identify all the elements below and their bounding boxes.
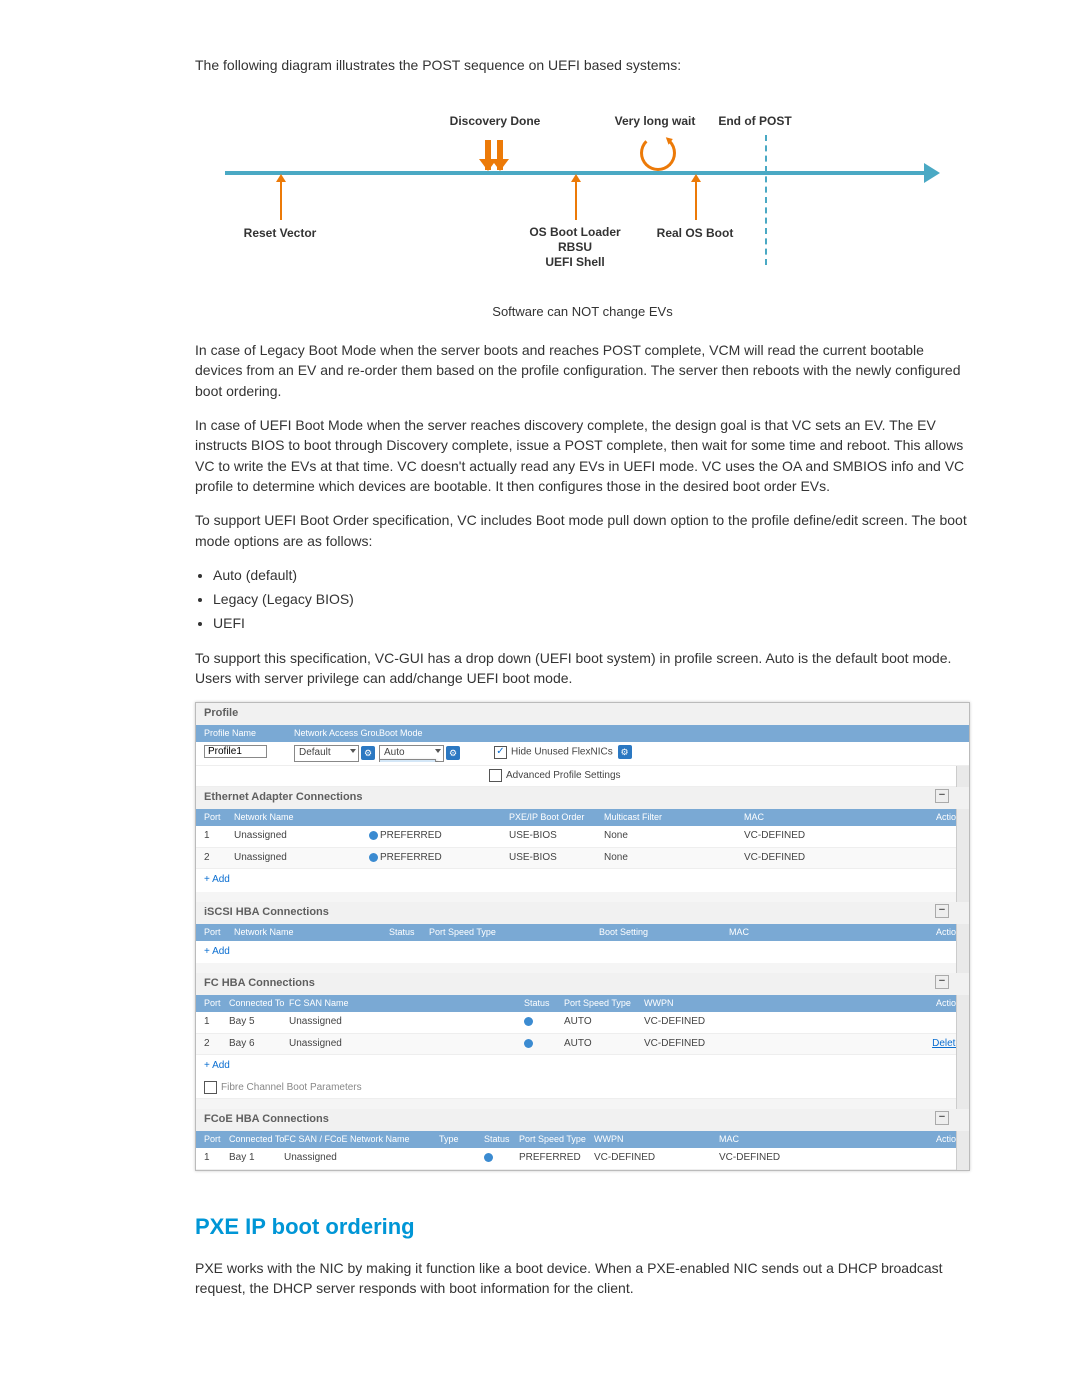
ethernet-section-title: Ethernet Adapter Connections− <box>196 787 969 809</box>
advanced-settings-label: Advanced Profile Settings <box>506 770 621 781</box>
nag-select[interactable]: Default <box>294 745 359 762</box>
hdr-network-name: Network Name <box>234 926 389 939</box>
status-icon <box>369 831 378 840</box>
hdr-boot-mode: Boot Mode <box>379 727 469 740</box>
collapse-icon[interactable]: − <box>935 1111 949 1125</box>
heading-pxe: PXE IP boot ordering <box>195 1211 970 1243</box>
hdr-action: Action <box>829 926 961 939</box>
hdr-port: Port <box>204 1133 229 1146</box>
hdr-speed: Port Speed Type <box>519 1133 594 1146</box>
hdr-speed: Port Speed Type <box>429 926 599 939</box>
hdr-connected-to: Connected To <box>229 1133 284 1146</box>
list-item: UEFI <box>213 613 970 633</box>
hdr-pxe: PXE/IP Boot Order <box>509 811 604 824</box>
timeline-arrowhead-icon <box>924 163 940 183</box>
scrollbar[interactable] <box>956 703 969 1170</box>
delete-link[interactable]: Delete <box>814 1037 961 1052</box>
label-very-long-wait: Very long wait <box>615 113 696 130</box>
hdr-status: Status <box>524 997 564 1010</box>
fibre-params-checkbox[interactable] <box>204 1081 217 1094</box>
table-row: 1 Bay 1 Unassigned PREFERRED VC-DEFINED … <box>196 1148 969 1170</box>
status-icon <box>369 853 378 862</box>
hdr-port: Port <box>204 926 234 939</box>
gear-icon[interactable]: ⚙ <box>618 745 632 759</box>
paragraph-pxe: PXE works with the NIC by making it func… <box>195 1258 970 1299</box>
diagram-caption: Software can NOT change EVs <box>195 303 970 322</box>
table-row: 1 Unassigned PREFERRED USE-BIOS None VC-… <box>196 826 969 848</box>
hdr-type: Type <box>439 1133 484 1146</box>
hdr-port: Port <box>204 997 229 1010</box>
profile-section-title: Profile <box>196 703 969 725</box>
collapse-icon[interactable]: − <box>935 789 949 803</box>
hdr-boot: Boot Setting <box>599 926 729 939</box>
arrow-up-icon <box>575 180 577 220</box>
boot-mode-list: Auto (default) Legacy (Legacy BIOS) UEFI <box>213 565 970 634</box>
boot-mode-dropdown[interactable]: Auto UEFI Legacy <box>379 759 436 762</box>
list-item: Auto (default) <box>213 565 970 585</box>
hdr-mac: MAC <box>744 811 844 824</box>
fibre-params-label: Fibre Channel Boot Parameters <box>221 1081 362 1096</box>
paragraph-legacy: In case of Legacy Boot Mode when the ser… <box>195 340 970 401</box>
hdr-action: Action <box>809 1133 961 1146</box>
hide-unused-checkbox[interactable]: ✓ <box>494 746 507 759</box>
status-icon <box>524 1039 533 1048</box>
hdr-multicast: Multicast Filter <box>604 811 744 824</box>
gear-icon[interactable]: ⚙ <box>361 746 375 760</box>
hdr-mac: MAC <box>729 926 829 939</box>
advanced-settings-checkbox[interactable] <box>489 769 502 782</box>
arrow-up-icon <box>280 180 282 220</box>
label-end-of-post: End of POST <box>718 113 791 130</box>
add-iscsi-link[interactable]: + Add <box>196 941 969 964</box>
list-item: Legacy (Legacy BIOS) <box>213 589 970 609</box>
hdr-status: Status <box>484 1133 519 1146</box>
label-reset-vector: Reset Vector <box>244 225 317 242</box>
status-icon <box>484 1153 493 1162</box>
hdr-status: Status <box>389 926 429 939</box>
table-row: 1 Bay 5 Unassigned AUTO VC-DEFINED <box>196 1012 969 1034</box>
hdr-action: Action <box>814 997 961 1010</box>
hdr-nag: Network Access Group <box>294 727 379 740</box>
arrow-up-icon <box>695 180 697 220</box>
collapse-icon[interactable]: − <box>935 975 949 989</box>
profile-name-input[interactable] <box>204 745 267 758</box>
label-real-os-boot: Real OS Boot <box>657 225 734 242</box>
label-os-boot-loader: OS Boot Loader RBSU UEFI Shell <box>529 225 620 270</box>
hdr-wwpn: WWPN <box>644 997 814 1010</box>
gear-icon[interactable]: ⚙ <box>446 746 460 760</box>
hdr-action: Action <box>844 811 961 824</box>
paragraph-bootorder: To support UEFI Boot Order specification… <box>195 510 970 551</box>
table-row: 2 Unassigned PREFERRED USE-BIOS None VC-… <box>196 848 969 870</box>
loop-arrow-icon <box>640 135 676 171</box>
fcoe-section-title: FCoE HBA Connections− <box>196 1109 969 1131</box>
fc-section-title: FC HBA Connections− <box>196 973 969 995</box>
label-discovery-done: Discovery Done <box>450 113 541 130</box>
paragraph-vcgui: To support this specification, VC-GUI ha… <box>195 648 970 689</box>
uefi-post-sequence-diagram: Discovery Done Very long wait End of POS… <box>195 95 970 295</box>
dropdown-option-auto[interactable]: Auto <box>380 760 435 762</box>
hdr-speed: Port Speed Type <box>564 997 644 1010</box>
add-ethernet-link[interactable]: + Add <box>196 869 969 892</box>
add-fc-link[interactable]: + Add <box>196 1055 969 1078</box>
hide-unused-label: Hide Unused FlexNICs <box>511 747 613 758</box>
paragraph-uefi: In case of UEFI Boot Mode when the serve… <box>195 415 970 496</box>
hdr-connected-to: Connected To <box>229 997 289 1010</box>
table-row: 2 Bay 6 Unassigned AUTO VC-DEFINED Delet… <box>196 1034 969 1056</box>
arrow-down-icon <box>497 140 503 170</box>
hdr-san: FC SAN Name <box>289 997 524 1010</box>
hdr-mac: MAC <box>719 1133 809 1146</box>
hdr-profile-name: Profile Name <box>204 727 294 740</box>
profile-screenshot: Profile Profile Name Network Access Grou… <box>195 702 970 1171</box>
hdr-network: FC SAN / FCoE Network Name <box>284 1133 439 1146</box>
hdr-wwpn: WWPN <box>594 1133 719 1146</box>
hdr-port: Port <box>204 811 234 824</box>
iscsi-section-title: iSCSI HBA Connections− <box>196 902 969 924</box>
status-icon <box>524 1017 533 1026</box>
hdr-network-name: Network Name <box>234 811 379 824</box>
intro-paragraph: The following diagram illustrates the PO… <box>195 55 970 75</box>
dashed-line <box>765 135 767 265</box>
collapse-icon[interactable]: − <box>935 904 949 918</box>
